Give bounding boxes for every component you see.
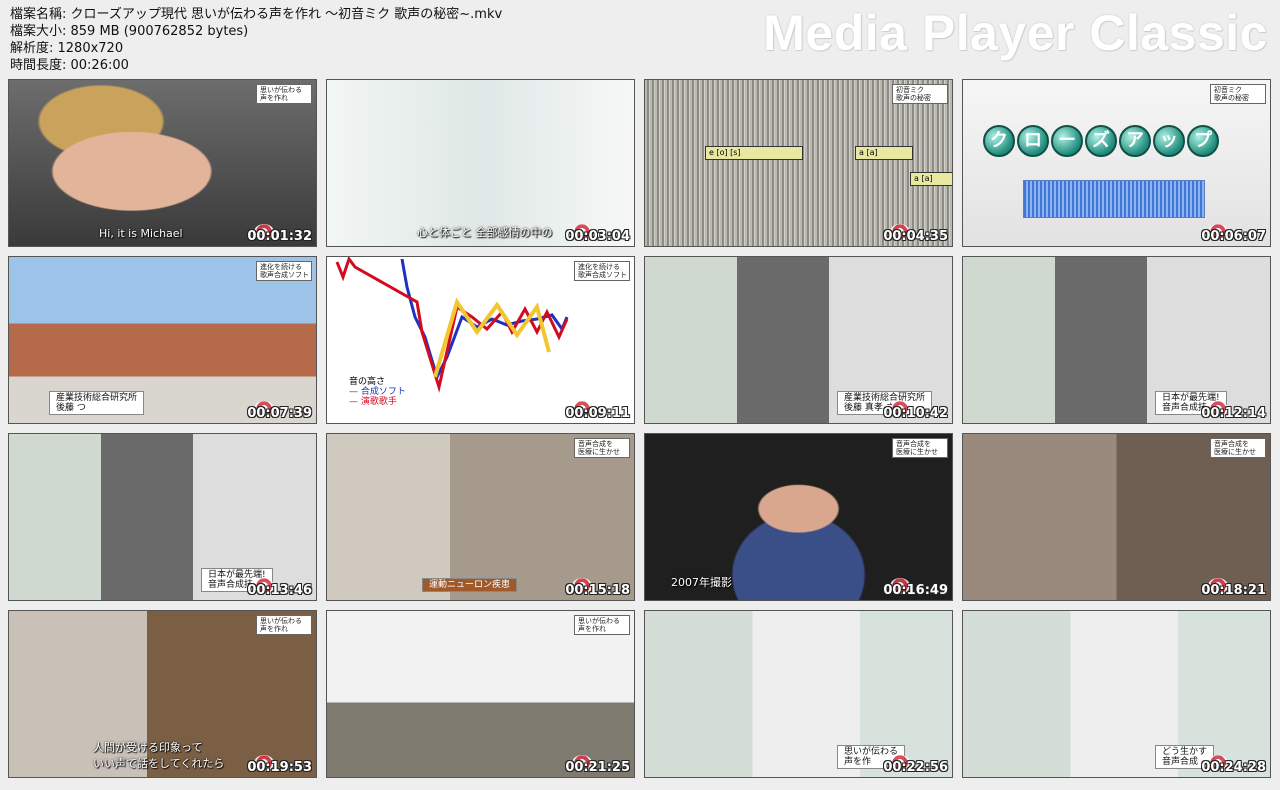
- timestamp: 00:10:42: [883, 406, 948, 421]
- thumbnail-scene-closeup-title: [963, 80, 1270, 246]
- timestamp: 00:16:49: [883, 583, 948, 598]
- thumbnail-scene-studio-woman: [963, 611, 1270, 777]
- thumbnail-3[interactable]: e [o] [s] a [a] a [a] 初音ミク 歌声の秘密 00:04:35: [644, 79, 953, 247]
- thumbnail-5[interactable]: 進化を続ける 歌声合成ソフト産業技術総合研究所 後藤 つ 00:07:39: [8, 256, 317, 424]
- thumbnail-grid: 思いが伝わる 声を作れ Hi, it is Michael 00:01:32 心と体ご…: [8, 79, 1276, 787]
- phoneme-box: a [a]: [855, 146, 913, 160]
- file-name-line: 檔案名稱: クローズアップ現代 思いが伝わる声を作れ ～初音ミク 歌声の秘密~.…: [10, 7, 503, 22]
- thumbnail-2[interactable]: 心と体ごと 全部感情の中の 00:03:04: [326, 79, 635, 247]
- subtitle-caption: 人間が受ける印象って いい声で話をしてくれたら: [93, 741, 225, 770]
- closeup-char: ズ: [1085, 125, 1117, 157]
- closeup-char: ア: [1119, 125, 1151, 157]
- segment-badge: 初音ミク 歌声の秘密: [892, 84, 948, 104]
- pitch-legend: 音の高さ — 合成ソフト — 演歌歌手: [349, 377, 406, 407]
- thumbnail-scene-studio-woman: [645, 611, 952, 777]
- segment-badge: 進化を続ける 歌声合成ソフト: [256, 261, 312, 281]
- thumbnail-12[interactable]: 音声合成を 医療に生かせ 00:18:21: [962, 433, 1271, 601]
- thumbnail-scene-woman-headphones: [963, 434, 1270, 600]
- timestamp: 00:13:46: [247, 583, 312, 598]
- closeup-title-text: クローズアップ: [983, 125, 1219, 157]
- closeup-char: ッ: [1153, 125, 1185, 157]
- timestamp: 00:09:11: [565, 406, 630, 421]
- lower-third: 産業技術総合研究所 後藤 つ: [49, 391, 145, 415]
- thumbnail-11[interactable]: 音声合成を 医療に生かせ 2007年撮影 00:16:49: [644, 433, 953, 601]
- segment-badge: 思いが伝わる 声を作れ: [256, 615, 312, 635]
- timestamp: 00:24:28: [1201, 760, 1266, 775]
- thumbnail-9[interactable]: 日本が最先端! 音声合成技 00:13:46: [8, 433, 317, 601]
- file-size-line: 檔案大小: 859 MB (900762852 bytes): [10, 24, 249, 39]
- closeup-char: ー: [1051, 125, 1083, 157]
- thumbnail-4[interactable]: クローズアップ 初音ミク 歌声の秘密 00:06:07: [962, 79, 1271, 247]
- subtitle-caption: 2007年撮影: [671, 576, 732, 589]
- thumbnail-15[interactable]: 思いが伝わる 声を作 00:22:56: [644, 610, 953, 778]
- legend-item: — 演歌歌手: [349, 397, 397, 407]
- resolution-line: 解析度: 1280x720: [10, 41, 124, 56]
- segment-badge: 思いが伝わる 声を作れ: [256, 84, 312, 104]
- phoneme-box: a [a]: [910, 172, 952, 186]
- thumbnail-6[interactable]: 音の高さ — 合成ソフト — 演歌歌手 進化を続ける 歌声合成ソフト 00:09:11: [326, 256, 635, 424]
- segment-badge: 音声合成を 医療に生かせ: [574, 438, 630, 458]
- thumbnail-scene-wheelchair: [327, 434, 634, 600]
- closeup-char: ロ: [1017, 125, 1049, 157]
- thumbnail-scene-spectrogram: [645, 80, 952, 246]
- thumbnail-7[interactable]: 産業技術総合研究所 後藤 真孝 さん00:10:42: [644, 256, 953, 424]
- closeup-char: ク: [983, 125, 1015, 157]
- segment-badge: 初音ミク 歌声の秘密: [1210, 84, 1266, 104]
- thumbnail-scene-whiteboard: [327, 611, 634, 777]
- legend-title: 音の高さ: [349, 377, 386, 387]
- closeup-char: プ: [1187, 125, 1219, 157]
- timestamp: 00:15:18: [565, 583, 630, 598]
- thumbnail-1[interactable]: 思いが伝わる 声を作れ Hi, it is Michael 00:01:32: [8, 79, 317, 247]
- timestamp: 00:22:56: [883, 760, 948, 775]
- timestamp: 00:07:39: [247, 406, 312, 421]
- timestamp: 00:03:04: [565, 229, 630, 244]
- segment-badge: 音声合成を 医療に生かせ: [1210, 438, 1266, 458]
- segment-badge: 思いが伝わる 声を作れ: [574, 615, 630, 635]
- legend-item: — 合成ソフト: [349, 387, 406, 397]
- subtitle-caption: 心と体ごと 全部感情の中の: [417, 226, 553, 239]
- segment-badge: 音声合成を 医療に生かせ: [892, 438, 948, 458]
- timestamp: 00:06:07: [1201, 229, 1266, 244]
- segment-badge: 進化を続ける 歌声合成ソフト: [574, 261, 630, 281]
- timestamp: 00:04:35: [883, 229, 948, 244]
- thumbnail-13[interactable]: 思いが伝わる 声を作れ人間が受ける印象って いい声で話をしてくれたら 00:19:…: [8, 610, 317, 778]
- thumbnail-8[interactable]: 日本が最先端! 音声合成技 00:12:14: [962, 256, 1271, 424]
- thumbnail-scene-studio-miku: [327, 80, 634, 246]
- timestamp: 00:18:21: [1201, 583, 1266, 598]
- duration-line: 時間長度: 00:26:00: [10, 58, 129, 73]
- subtitle-caption: Hi, it is Michael: [99, 227, 183, 240]
- timestamp: 00:21:25: [565, 760, 630, 775]
- lower-third: 運動ニューロン疾患: [422, 578, 518, 592]
- audio-waveform: [1023, 180, 1205, 218]
- timestamp: 00:12:14: [1201, 406, 1266, 421]
- thumbnail-14[interactable]: 思いが伝わる 声を作れ 00:21:25: [326, 610, 635, 778]
- phoneme-box: e [o] [s]: [705, 146, 803, 160]
- timestamp: 00:01:32: [247, 229, 312, 244]
- thumbnail-scene-man-face: [9, 80, 316, 246]
- file-info: 檔案名稱: クローズアップ現代 思いが伝わる声を作れ ～初音ミク 歌声の秘密~.…: [10, 6, 502, 74]
- timestamp: 00:19:53: [247, 760, 312, 775]
- thumbnail-10[interactable]: 音声合成を 医療に生かせ運動ニューロン疾患 00:15:18: [326, 433, 635, 601]
- synth-line: [400, 258, 569, 382]
- brand-watermark: Media Player Classic: [763, 5, 1268, 61]
- thumbnail-16[interactable]: どう生かす 音声合成 00:24:28: [962, 610, 1271, 778]
